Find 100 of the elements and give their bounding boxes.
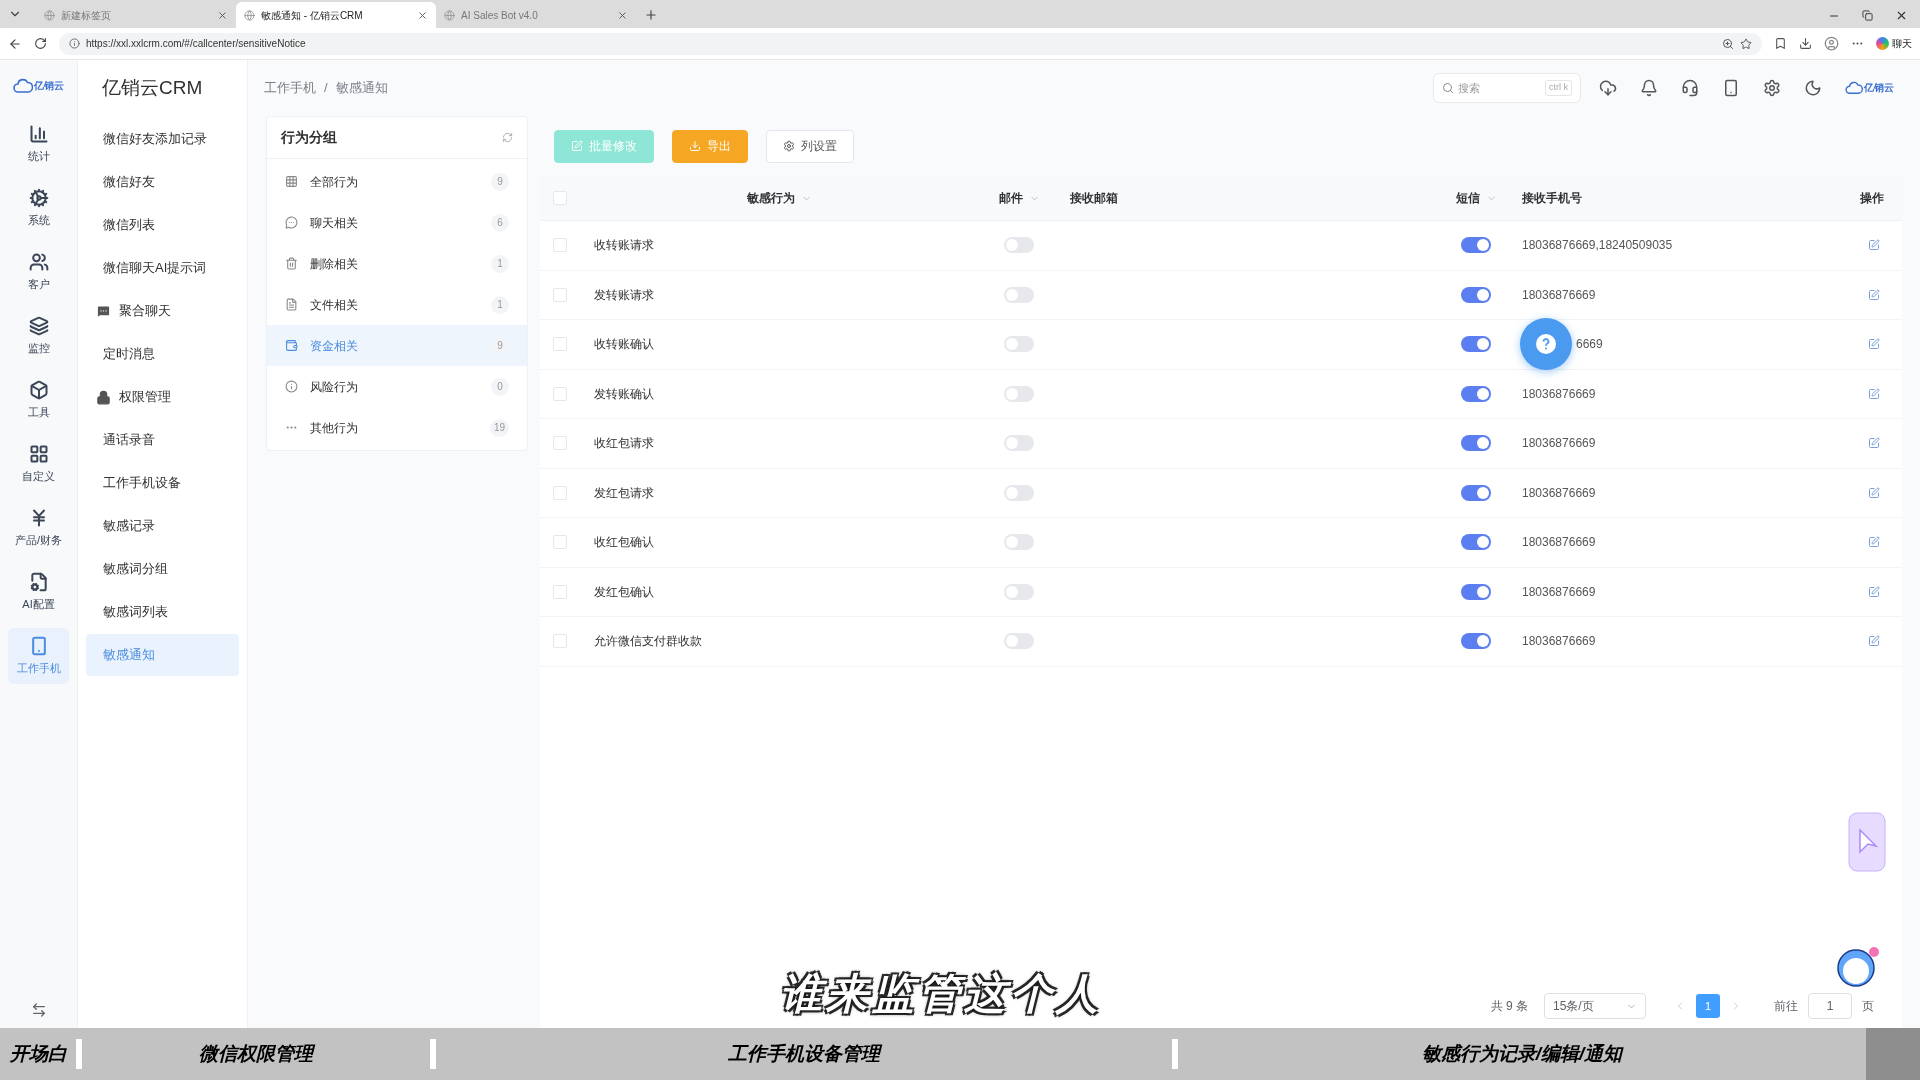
page-size-select[interactable]: 15条/页 — [1544, 993, 1646, 1019]
edit-icon[interactable] — [1868, 338, 1880, 351]
toggle-switch[interactable] — [1004, 237, 1034, 254]
toggle-switch[interactable] — [1004, 286, 1034, 303]
chat-button[interactable]: 聊天 — [1876, 36, 1912, 51]
floating-widget-icon[interactable] — [1848, 812, 1886, 872]
toggle-switch[interactable] — [1461, 435, 1491, 452]
checkbox[interactable] — [553, 337, 567, 352]
tab-title: 新建标签页 — [61, 8, 112, 23]
close-icon[interactable] — [417, 9, 428, 21]
mascot-icon — [1836, 944, 1880, 988]
reload-icon[interactable] — [34, 37, 47, 50]
checkbox[interactable] — [553, 485, 567, 500]
toggle-switch[interactable] — [1461, 237, 1491, 254]
menu-item[interactable]: 通话录音 — [86, 419, 239, 461]
group-item[interactable]: 文件相关 1 — [267, 284, 527, 325]
rail-item[interactable]: 客户 — [8, 244, 69, 300]
toggle-switch[interactable] — [1004, 385, 1034, 402]
close-icon[interactable] — [1895, 9, 1908, 22]
settings-icon[interactable] — [1763, 79, 1781, 97]
rail-item[interactable]: 系统 — [8, 180, 69, 236]
headset-icon[interactable] — [1681, 79, 1699, 97]
toggle-switch[interactable] — [1461, 286, 1491, 303]
checkbox[interactable] — [553, 436, 567, 451]
edit-icon[interactable] — [1868, 288, 1880, 301]
menu-item[interactable]: 权限管理 — [86, 376, 239, 418]
toggle-switch[interactable] — [1004, 484, 1034, 501]
toggle-switch[interactable] — [1461, 534, 1491, 551]
checkbox[interactable] — [553, 191, 567, 205]
menu-item[interactable]: 微信好友 — [86, 161, 239, 203]
toggle-switch[interactable] — [1004, 435, 1034, 452]
back-icon[interactable] — [8, 36, 22, 51]
phone-icon[interactable] — [1722, 79, 1740, 97]
refresh-icon[interactable] — [502, 132, 513, 143]
browser-tab[interactable]: 敏感通知 - 亿销云CRM — [236, 2, 436, 28]
toggle-switch[interactable] — [1461, 633, 1491, 650]
address-bar[interactable]: https://xxl.xxlcrm.com/#/callcenter/sensitiveNotice — [59, 32, 1762, 55]
download-icon[interactable] — [1599, 79, 1617, 97]
favorite-icon[interactable] — [1740, 37, 1752, 50]
edit-icon[interactable] — [1868, 239, 1880, 252]
checkbox[interactable] — [553, 287, 567, 302]
bell-icon[interactable] — [1640, 79, 1658, 97]
toggle-switch[interactable] — [1004, 534, 1034, 551]
new-tab-icon[interactable] — [644, 8, 658, 22]
menu-item[interactable]: 工作手机设备 — [86, 462, 239, 504]
collapse-icon[interactable] — [30, 1002, 47, 1018]
checkbox[interactable] — [553, 584, 567, 599]
edit-icon[interactable] — [1868, 387, 1880, 400]
menu-item[interactable]: 定时消息 — [86, 333, 239, 375]
breadcrumb-link[interactable]: 工作手机 — [264, 78, 316, 98]
zoom-icon[interactable] — [1722, 37, 1734, 50]
checkbox[interactable] — [553, 238, 567, 253]
moon-icon[interactable] — [1804, 79, 1822, 97]
toolbar-button[interactable]: 列设置 — [766, 129, 854, 163]
restore-icon[interactable] — [1862, 10, 1873, 21]
edit-icon[interactable] — [1868, 437, 1880, 450]
edit-icon[interactable] — [1868, 635, 1880, 648]
rail-item[interactable]: 统计 — [8, 116, 69, 172]
menu-item[interactable]: 微信聊天AI提示词 — [86, 247, 239, 289]
toggle-switch[interactable] — [1461, 385, 1491, 402]
close-icon[interactable] — [617, 9, 628, 21]
help-button[interactable] — [1520, 318, 1572, 371]
rail-item[interactable]: 工具 — [8, 372, 69, 428]
download-icon[interactable] — [1799, 37, 1812, 50]
rail-item[interactable]: 监控 — [8, 308, 69, 364]
menu-item[interactable]: 微信列表 — [86, 204, 239, 246]
column-header[interactable]: 邮件 — [998, 189, 1040, 207]
toggle-switch[interactable] — [1004, 583, 1034, 600]
group-item[interactable]: 删除相关 1 — [267, 243, 527, 284]
browser-tab[interactable]: 新建标签页 — [36, 2, 236, 28]
rail-item[interactable]: 自定义 — [8, 436, 69, 492]
menu-item[interactable]: 敏感记录 — [86, 505, 239, 547]
profile-icon[interactable] — [1824, 36, 1839, 51]
page-input[interactable]: 1 — [1808, 993, 1852, 1019]
toggle-switch[interactable] — [1461, 484, 1491, 501]
checkbox[interactable] — [553, 634, 567, 649]
edit-icon[interactable] — [1868, 585, 1880, 598]
rail-item[interactable]: 产品/财务 — [8, 500, 69, 556]
favorites-icon[interactable] — [1774, 37, 1787, 50]
menu-item[interactable]: 敏感词列表 — [86, 591, 239, 633]
menu-item[interactable]: 敏感词分组 — [86, 548, 239, 590]
checkbox[interactable] — [553, 386, 567, 401]
group-item[interactable]: 聊天相关 6 — [267, 202, 527, 243]
toggle-switch[interactable] — [1461, 336, 1491, 353]
close-icon[interactable] — [217, 9, 228, 21]
toggle-switch[interactable] — [1461, 583, 1491, 600]
group-item[interactable]: 其他行为 19 — [267, 407, 527, 448]
checkbox[interactable] — [553, 535, 567, 550]
customers-icon — [28, 251, 49, 272]
edit-icon[interactable] — [1868, 486, 1880, 499]
group-item[interactable]: 全部行为 9 — [267, 161, 527, 202]
toggle-switch[interactable] — [1004, 633, 1034, 650]
column-header[interactable]: 敏感行为 — [746, 189, 812, 207]
rail-item[interactable]: AI配置 — [8, 564, 69, 620]
menu-item[interactable]: 微信好友添加记录 — [86, 118, 239, 160]
column-header[interactable]: 短信 — [1455, 189, 1497, 207]
toggle-switch[interactable] — [1004, 336, 1034, 353]
group-item[interactable]: 风险行为 0 — [267, 366, 527, 407]
menu-item[interactable]: 聚合聊天 — [86, 290, 239, 332]
edit-icon[interactable] — [1868, 536, 1880, 549]
